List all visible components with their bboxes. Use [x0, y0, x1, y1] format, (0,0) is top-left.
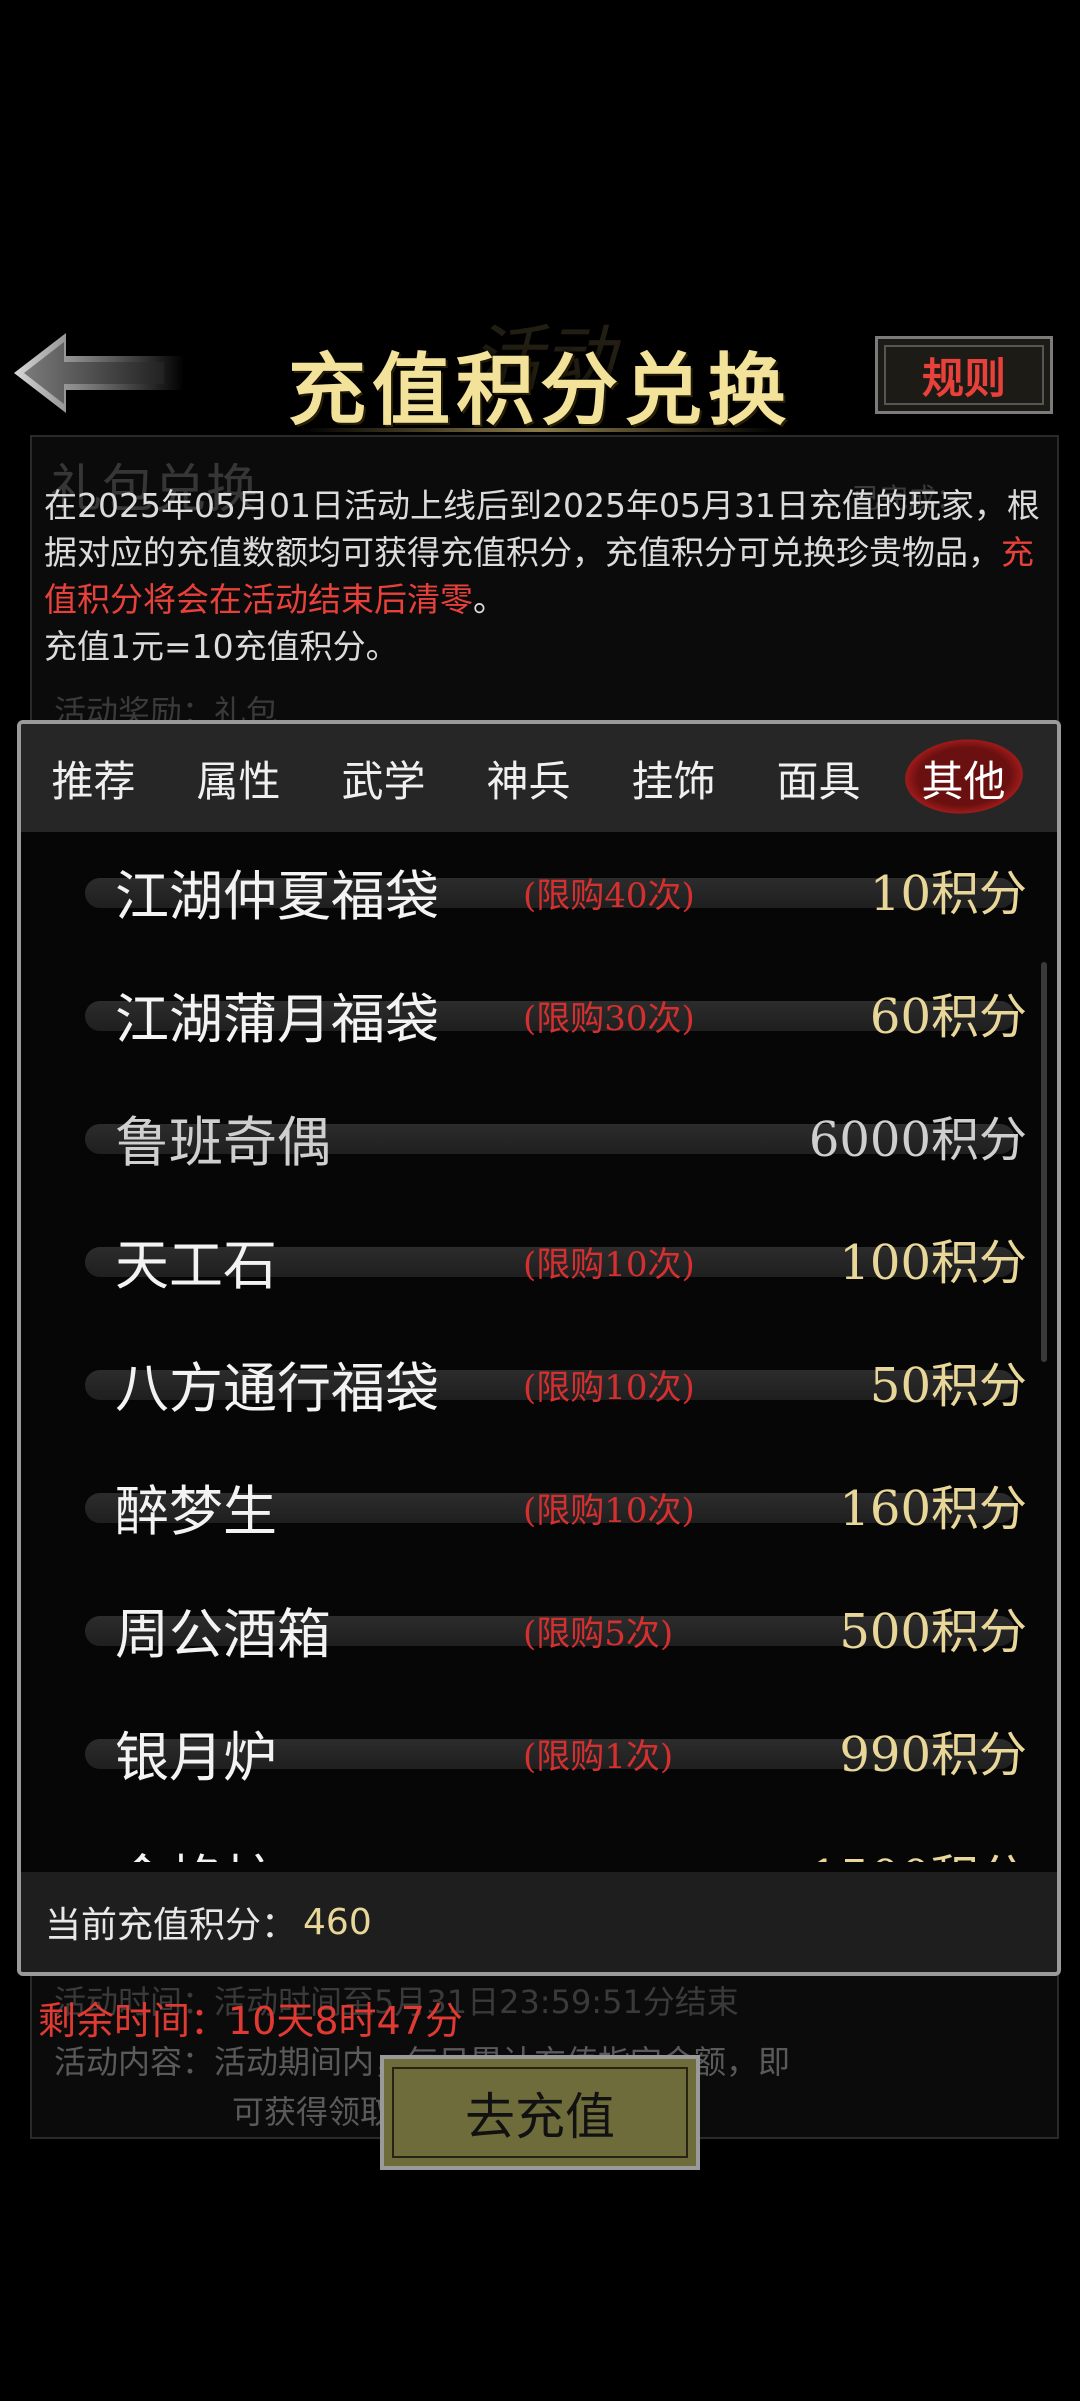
item-name: 江湖蒲月福袋: [115, 988, 439, 1051]
category-tabs: 推荐 属性 武学 神兵 挂饰 面具 其他: [21, 724, 1057, 832]
item-limit: (限购10次): [523, 1491, 695, 1531]
list-item[interactable]: 鲁班奇偶 6000积分: [61, 1078, 1031, 1201]
tab-ornament[interactable]: 挂饰: [601, 748, 746, 809]
current-points-label: 当前充值积分：: [45, 1905, 298, 1946]
tab-other[interactable]: 其他: [891, 748, 1036, 809]
rules-button[interactable]: 规则: [875, 336, 1053, 414]
list-item[interactable]: 金焰炉 (限购1次) 1500积分: [61, 1816, 1031, 1862]
recharge-button[interactable]: 去充值: [380, 2055, 700, 2170]
exchange-item-list[interactable]: 江湖仲夏福袋 (限购40次) 10积分 江湖蒲月福袋 (限购30次) 60积分 …: [21, 832, 1057, 1862]
remaining-time-value: 10天8时47分: [228, 1999, 463, 2043]
list-item[interactable]: 周公酒箱 (限购5次) 500积分: [61, 1570, 1031, 1693]
item-price: 160积分: [839, 1481, 1027, 1537]
rules-button-label: 规则: [921, 353, 1006, 403]
recharge-button-label: 去充值: [465, 2087, 615, 2146]
points-footer: 当前充值积分： 460: [21, 1872, 1057, 1972]
remaining-time-label: 剩余时间：: [38, 1999, 229, 2043]
remaining-time: 剩余时间：10天8时47分: [38, 1990, 463, 2045]
item-price: 60积分: [869, 989, 1027, 1045]
tab-weapon[interactable]: 神兵: [456, 748, 601, 809]
activity-description: 在2025年05月01日活动上线后到2025年05月31日充值的玩家，根据对应的…: [44, 482, 1044, 670]
item-limit: (限购5次): [523, 1614, 674, 1654]
item-name: 天工石: [115, 1234, 277, 1297]
list-item[interactable]: 江湖蒲月福袋 (限购30次) 60积分: [61, 955, 1031, 1078]
item-limit: (限购10次): [523, 1368, 695, 1408]
item-name: 金焰炉: [115, 1836, 277, 1862]
tab-recommend[interactable]: 推荐: [21, 748, 166, 809]
item-price: 10积分: [869, 866, 1027, 922]
ghost-line-4: 可获得领取: [232, 2093, 393, 2131]
list-item[interactable]: 天工石 (限购10次) 100积分: [61, 1201, 1031, 1324]
header: 活动 充值积分兑换 规则: [0, 300, 1080, 450]
item-price: 100积分: [839, 1235, 1027, 1291]
current-points-value: 460: [303, 1901, 372, 1943]
description-end: 。: [473, 580, 506, 619]
tab-label: 推荐: [51, 756, 136, 806]
tab-label: 挂饰: [631, 756, 716, 806]
tab-label: 面具: [776, 756, 861, 806]
description-text: 在2025年05月01日活动上线后到2025年05月31日充值的玩家，根据对应的…: [44, 486, 1040, 572]
item-limit: (限购30次): [523, 999, 695, 1039]
item-price: 6000积分: [808, 1112, 1027, 1168]
list-item[interactable]: 江湖仲夏福袋 (限购40次) 10积分: [61, 832, 1031, 955]
title-divider: [300, 428, 780, 432]
tab-label: 武学: [341, 756, 426, 806]
item-limit: (限购1次): [523, 1737, 674, 1777]
item-name: 鲁班奇偶: [115, 1111, 331, 1174]
list-item[interactable]: 八方通行福袋 (限购10次) 50积分: [61, 1324, 1031, 1447]
item-name: 江湖仲夏福袋: [115, 865, 439, 928]
exchange-rate: 充值1元=10充值积分。: [44, 627, 399, 666]
item-limit: (限购40次): [523, 876, 695, 916]
item-name: 醉梦生: [115, 1480, 277, 1543]
item-price: 990积分: [839, 1727, 1027, 1783]
tab-martial[interactable]: 武学: [311, 748, 456, 809]
item-limit: (限购1次): [523, 1852, 673, 1862]
tab-label: 其他: [921, 756, 1006, 806]
item-name: 银月炉: [115, 1726, 277, 1789]
item-limit: (限购10次): [523, 1245, 695, 1285]
tab-label: 属性: [196, 756, 281, 806]
tab-label: 神兵: [486, 756, 571, 806]
item-price: 1500积分: [809, 1838, 1027, 1862]
list-item[interactable]: 醉梦生 (限购10次) 160积分: [61, 1447, 1031, 1570]
item-price: 50积分: [869, 1358, 1027, 1414]
item-name: 周公酒箱: [115, 1603, 331, 1666]
item-name: 八方通行福袋: [115, 1357, 439, 1420]
list-scrollbar[interactable]: [1041, 962, 1047, 1362]
tab-attribute[interactable]: 属性: [166, 748, 311, 809]
item-price: 500积分: [839, 1604, 1027, 1660]
exchange-panel: 推荐 属性 武学 神兵 挂饰 面具 其他 江湖仲夏福袋 (限购40次) 10积分…: [17, 720, 1061, 1976]
tab-mask[interactable]: 面具: [746, 748, 891, 809]
list-item[interactable]: 银月炉 (限购1次) 990积分: [61, 1693, 1031, 1816]
